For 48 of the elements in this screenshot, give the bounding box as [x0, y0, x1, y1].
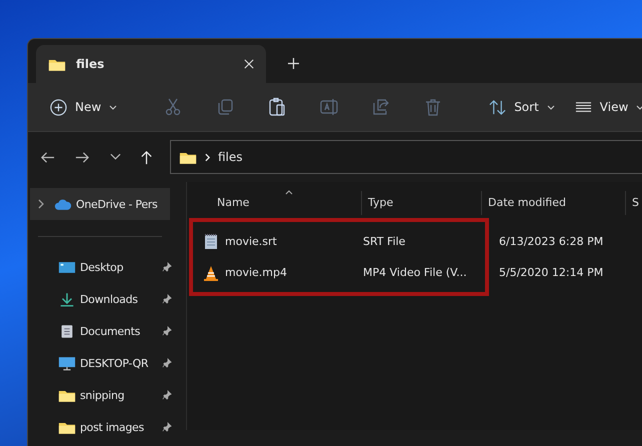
folder-tab[interactable]: files [36, 45, 266, 83]
column-header[interactable]: Date modified [481, 191, 625, 215]
cloud-icon [54, 196, 72, 212]
file-type-cell-text: SRT File [363, 235, 406, 248]
address-bar[interactable]: files [170, 140, 642, 174]
up-arrow-icon[interactable] [139, 150, 154, 164]
pin-icon[interactable] [162, 390, 172, 400]
sidebar-item[interactable]: Desktop [28, 251, 178, 283]
view-button[interactable]: View [566, 92, 642, 122]
forward-arrow-icon[interactable] [75, 150, 90, 164]
plus-circle-icon [50, 98, 67, 116]
sidebar-item[interactable]: OneDrive - Pers [30, 188, 170, 220]
add-tab-icon[interactable] [288, 58, 299, 69]
chevron-down-icon[interactable] [110, 153, 121, 161]
sidebar-item[interactable]: Documents [28, 315, 178, 347]
column-header[interactable]: Name [211, 191, 361, 215]
column-header[interactable]: S [625, 191, 642, 215]
traffic-cone-icon [203, 264, 219, 280]
pin-icon[interactable] [162, 358, 172, 368]
pin-icon[interactable] [162, 422, 172, 432]
new-button[interactable]: New [42, 92, 126, 122]
caret-icon [546, 104, 555, 110]
paste-icon[interactable] [267, 97, 288, 117]
sort-arrows-icon [489, 98, 506, 116]
pin-icon[interactable] [162, 262, 172, 272]
pin-icon[interactable] [162, 326, 172, 336]
desktop-icon [58, 260, 76, 274]
sidebar-item[interactable]: Downloads [28, 283, 178, 315]
notepad-icon [203, 234, 219, 250]
download-icon [58, 292, 76, 306]
back-arrow-icon[interactable] [40, 150, 55, 164]
sort-button[interactable]: Sort [481, 92, 563, 122]
file-name-cell[interactable]: movie.mp4 [193, 264, 363, 280]
sidebar-item[interactable]: DESKTOP-QR [28, 347, 178, 379]
sidebar-item[interactable]: post images [28, 411, 178, 443]
date-modified-cell-text: 5/5/2020 12:14 PM [499, 266, 604, 279]
breadcrumb[interactable]: files [218, 150, 243, 164]
caret-icon [636, 104, 642, 110]
caret-icon [109, 104, 118, 110]
pin-icon[interactable] [162, 294, 172, 304]
sidebar-item[interactable]: snipping [28, 379, 178, 411]
file-name-cell[interactable]: movie.srt [193, 234, 363, 250]
close-icon[interactable] [244, 59, 254, 69]
column-header[interactable]: Type [361, 191, 481, 215]
file-type-cell-text: MP4 Video File (V... [363, 266, 468, 279]
date-modified-cell-text: 6/13/2023 6:28 PM [499, 235, 604, 248]
sort-ascending-icon [285, 190, 293, 195]
monitor-icon [58, 356, 76, 370]
